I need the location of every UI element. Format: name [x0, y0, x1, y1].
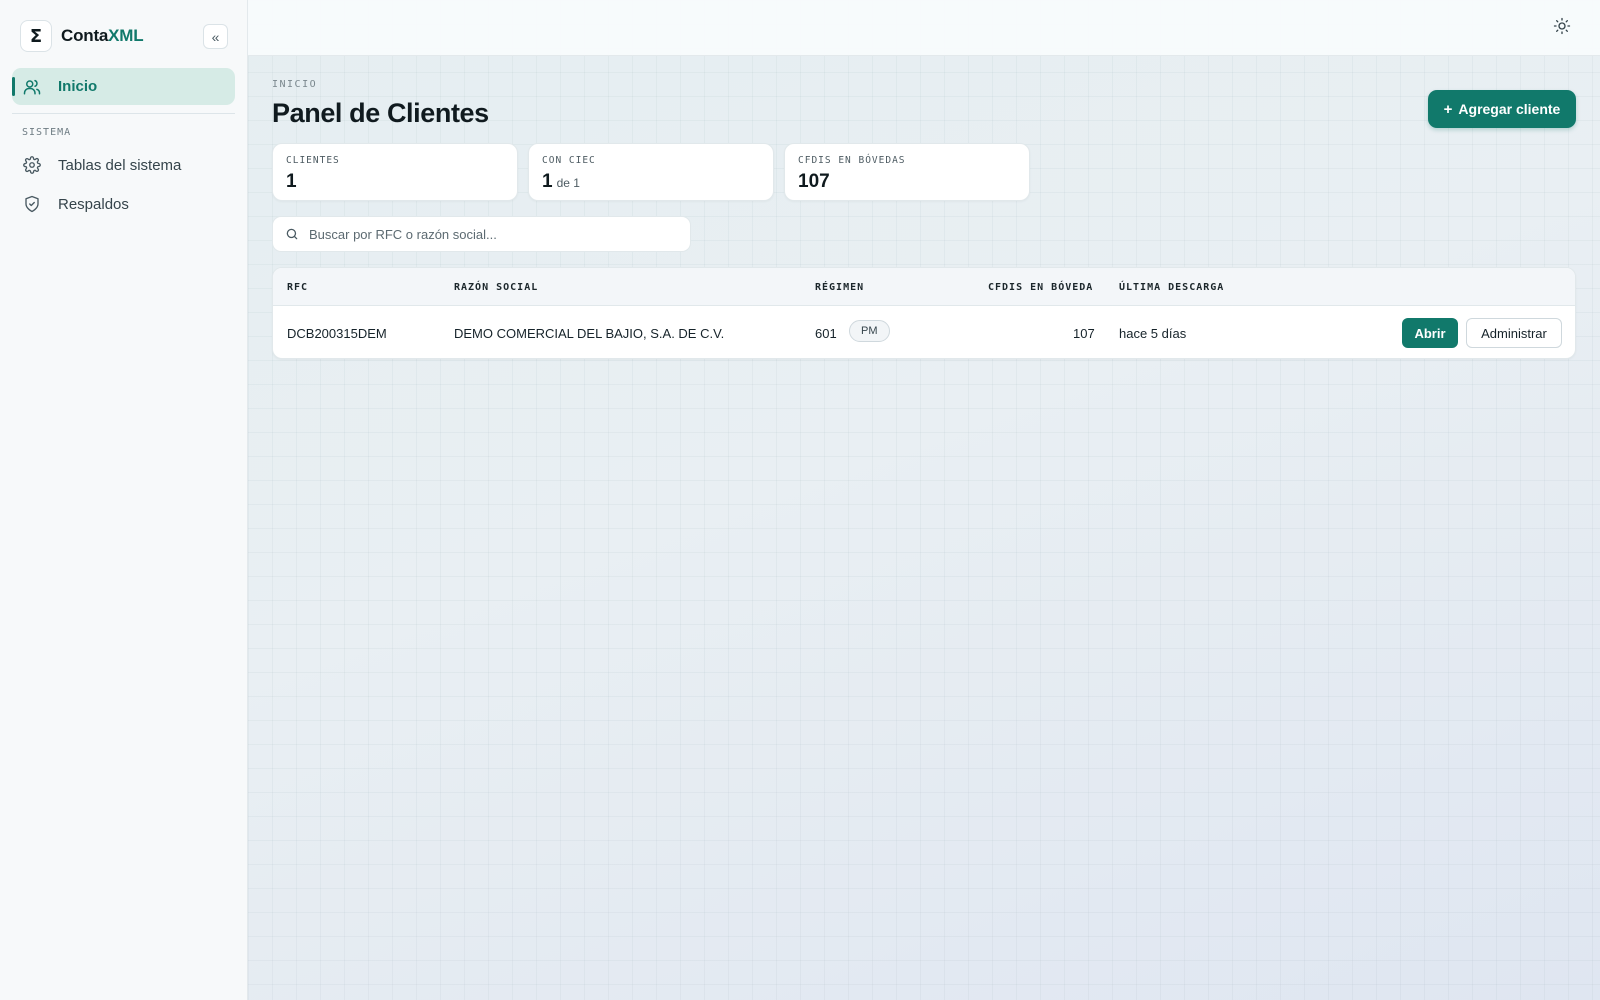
sidebar-item-respaldos[interactable]: Respaldos: [12, 186, 235, 222]
add-client-button[interactable]: + Agregar cliente: [1428, 90, 1576, 128]
column-header-regimen[interactable]: RÉGIMEN: [815, 282, 864, 293]
stat-value: 1: [286, 171, 301, 193]
search-input[interactable]: [309, 226, 669, 242]
table-row[interactable]: DCB200315DEM DEMO COMERCIAL DEL BAJIO, S…: [273, 307, 1575, 358]
brand-name: ContaXML: [61, 26, 144, 46]
sidebar-item-label: Respaldos: [58, 195, 129, 213]
topbar: [248, 0, 1600, 56]
cell-razon-social: DEMO COMERCIAL DEL BAJIO, S.A. DE C.V.: [454, 326, 725, 341]
sidebar-item-label: Inicio: [58, 78, 98, 95]
clients-table: RFC RAZÓN SOCIAL RÉGIMEN CFDIS EN BÓVEDA…: [272, 267, 1576, 359]
page-title: Panel de Clientes: [272, 98, 489, 128]
search-box[interactable]: [272, 216, 691, 252]
sidebar-item-inicio[interactable]: Inicio: [12, 68, 235, 105]
manage-button[interactable]: Administrar: [1466, 318, 1562, 348]
sigma-logo-icon: Σ: [20, 20, 52, 52]
stat-card-cfdis: CFDIS EN BÓVEDAS 107: [784, 143, 1030, 201]
table-header: RFC RAZÓN SOCIAL RÉGIMEN CFDIS EN BÓVEDA…: [273, 268, 1575, 306]
main-content: INICIO Panel de Clientes + Agregar clien…: [248, 0, 1600, 1000]
stat-card-con-ciec: CON CIEC 1 de 1: [528, 143, 774, 201]
add-client-label: Agregar cliente: [1458, 101, 1561, 117]
stat-number: 1: [286, 171, 297, 192]
brand-name-part2: XML: [108, 26, 144, 45]
column-header-rfc[interactable]: RFC: [287, 282, 308, 293]
stat-number: 107: [798, 171, 830, 192]
stat-card-clientes: CLIENTES 1: [272, 143, 518, 201]
double-chevron-left-icon: «: [211, 28, 220, 45]
breadcrumb: INICIO: [272, 79, 318, 90]
open-button[interactable]: Abrir: [1402, 318, 1458, 348]
cell-ultima-descarga: hace 5 días: [1119, 326, 1187, 341]
stat-value: 107: [798, 171, 834, 193]
stat-label: CFDIS EN BÓVEDAS: [798, 155, 906, 166]
sidebar: Σ ContaXML « Inicio SISTEMA Tablas del s…: [0, 0, 248, 1000]
brand-name-part1: Conta: [61, 26, 109, 45]
column-header-cfdis[interactable]: CFDIS EN BÓVEDA: [988, 282, 1093, 293]
theme-toggle-button[interactable]: [1550, 16, 1574, 40]
cell-rfc: DCB200315DEM: [287, 326, 387, 341]
column-header-razon-social[interactable]: RAZÓN SOCIAL: [454, 282, 538, 293]
brand[interactable]: Σ ContaXML: [20, 20, 144, 52]
stat-label: CLIENTES: [286, 155, 340, 166]
users-icon: [23, 78, 41, 96]
sidebar-item-label: Tablas del sistema: [58, 156, 182, 174]
stat-label: CON CIEC: [542, 155, 596, 166]
stat-value: 1 de 1: [542, 171, 580, 193]
sun-icon: [1553, 17, 1571, 40]
regimen-badge: PM: [849, 320, 890, 342]
gear-icon: [23, 156, 41, 174]
stat-number: 1: [542, 171, 553, 192]
stat-suffix: de 1: [556, 176, 580, 190]
search-icon: [285, 227, 299, 241]
sidebar-item-tablas[interactable]: Tablas del sistema: [12, 147, 235, 183]
section-label-sistema: SISTEMA: [22, 127, 72, 138]
cell-cfdis: 107: [1073, 326, 1095, 341]
shield-check-icon: [23, 195, 41, 213]
sidebar-divider: [12, 113, 235, 114]
column-header-ultima-descarga[interactable]: ÚLTIMA DESCARGA: [1119, 282, 1224, 293]
collapse-sidebar-button[interactable]: «: [203, 24, 228, 49]
plus-icon: +: [1443, 100, 1453, 118]
cell-regimen: 601: [815, 326, 837, 341]
